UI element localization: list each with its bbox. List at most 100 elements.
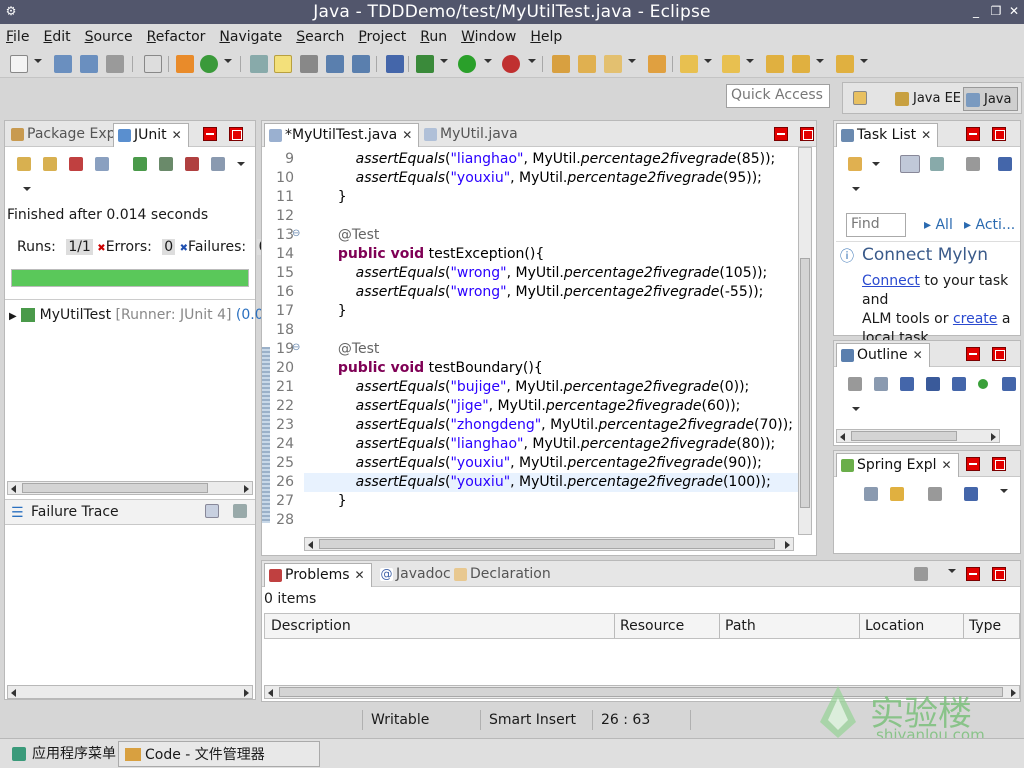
perspective-java[interactable]: Java [963,87,1019,111]
code-line[interactable]: assertEquals("youxiu", MyUtil.percentage… [320,455,762,471]
last-edit-icon[interactable] [766,55,784,73]
prev-failure-icon[interactable] [43,157,57,171]
link-editor-icon[interactable] [890,487,904,501]
fold-icon[interactable]: ⊖ [292,342,300,353]
collapse-all-icon[interactable] [864,487,878,501]
maximize-button[interactable] [800,127,814,141]
menu-edit[interactable]: Edit [43,29,70,45]
code-line[interactable]: assertEquals("wrong", MyUtil.percentage2… [320,265,768,281]
forward-icon[interactable] [836,55,854,73]
close-icon[interactable]: ✕ [921,128,931,142]
col-path[interactable]: Path [725,618,756,634]
terminal-icon[interactable] [144,55,162,73]
minimize-button[interactable] [966,127,980,141]
view-menu-icon[interactable] [852,187,860,191]
scroll-lock-icon[interactable] [95,157,109,171]
test-tree-item[interactable]: ▶ MyUtilTest [Runner: JUnit 4] (0.00 [9,307,273,323]
maximize-button[interactable] [992,567,1006,581]
tab-package-explorer[interactable]: Package Exp [7,123,122,147]
open-type-icon[interactable] [552,55,570,73]
close-icon[interactable]: ✕ [172,128,182,142]
chevron-down-icon[interactable] [237,162,245,166]
scrollbar[interactable] [7,685,253,699]
tab-task-list[interactable]: Task List ✕ [836,123,939,147]
chevron-down-icon[interactable] [528,59,536,63]
minimize-button[interactable] [966,567,980,581]
focus-icon[interactable] [914,567,928,581]
history-icon[interactable] [211,157,225,171]
code-line[interactable]: @Test [320,227,380,243]
new-task-icon[interactable] [848,157,862,171]
taskbar-file-manager[interactable]: Code - 文件管理器 [118,741,320,767]
code-line[interactable]: assertEquals("youxiu", MyUtil.percentage… [320,170,762,186]
expand-icon[interactable]: ▶ [9,311,17,322]
show-failures-icon[interactable] [69,157,83,171]
col-type[interactable]: Type [969,618,1001,634]
close-icon[interactable]: ✕ [942,458,952,472]
all-link[interactable]: ▸ All [924,217,953,233]
sort-icon[interactable] [964,487,978,501]
code-line[interactable]: } [320,493,347,509]
scrollbar[interactable] [7,481,253,495]
maximize-button[interactable] [229,127,243,141]
open-task-icon[interactable] [578,55,596,73]
applications-menu[interactable]: 应用程序菜单 [6,741,116,767]
run-icon[interactable] [458,55,476,73]
chevron-down-icon[interactable] [816,59,824,63]
horizontal-scrollbar[interactable] [304,537,794,551]
tab-outline[interactable]: Outline ✕ [836,343,930,367]
menu-project[interactable]: Project [358,29,406,45]
chevron-down-icon[interactable] [484,59,492,63]
chevron-down-icon[interactable] [746,59,754,63]
debug-icon[interactable] [416,55,434,73]
code-line[interactable]: } [320,303,347,319]
close-icon[interactable]: ✕ [402,128,412,142]
search-icon[interactable] [604,55,622,73]
code-line[interactable]: public void testException(){ [320,246,544,262]
chevron-down-icon[interactable] [704,59,712,63]
tab-spring-explorer[interactable]: Spring Expl ✕ [836,453,959,477]
hide-nonpublic-icon[interactable] [978,379,988,389]
focus-icon[interactable] [848,377,862,391]
maximize-button[interactable] [992,457,1006,471]
tab-myutil[interactable]: MyUtil.java [420,123,524,147]
focus-icon[interactable] [928,487,942,501]
chevron-down-icon[interactable] [440,59,448,63]
chevron-down-icon[interactable] [34,59,42,63]
toggle-icon[interactable] [300,55,318,73]
view-menu-icon[interactable] [852,407,860,411]
col-resource[interactable]: Resource [620,618,684,634]
menu-file[interactable]: File [6,29,29,45]
close-icon[interactable]: ✕ [355,568,365,582]
find-input[interactable]: Find [846,213,906,237]
code-line[interactable]: assertEquals("jige", MyUtil.percentage2f… [320,398,741,414]
maximize-button[interactable] [992,347,1006,361]
minimize-icon[interactable]: _ [968,3,984,19]
maximize-button[interactable] [992,127,1006,141]
connect-link[interactable]: Connect [862,273,920,289]
restore-icon[interactable]: ❐ [988,3,1004,19]
activate-link[interactable]: ▸ Acti... [964,217,1015,233]
minimize-button[interactable] [966,347,980,361]
scrollbar[interactable] [836,429,1000,443]
scheduled-icon[interactable] [930,157,944,171]
collapse-all-icon[interactable] [874,377,888,391]
code-line[interactable]: assertEquals("wrong", MyUtil.percentage2… [320,284,764,300]
save-icon[interactable] [54,55,72,73]
refresh-icon[interactable] [200,55,218,73]
code-line[interactable]: @Test [320,341,380,357]
categorized-icon[interactable] [900,155,920,173]
view-menu-icon[interactable] [1000,489,1008,493]
open-perspective-icon[interactable] [853,91,867,105]
hide-fields-icon[interactable] [926,377,940,391]
open-folder-icon[interactable] [648,55,666,73]
whitespace-icon[interactable] [352,55,370,73]
tab-javadoc[interactable]: @ Javadoc [376,563,457,587]
external-tools-icon[interactable] [502,55,520,73]
close-icon[interactable]: ✕ [1006,3,1022,19]
menu-search[interactable]: Search [296,29,344,45]
create-link[interactable]: create [953,311,997,327]
quick-access-input[interactable]: Quick Access [726,84,830,108]
view-menu-icon[interactable] [948,569,956,573]
menu-source[interactable]: Source [85,29,133,45]
